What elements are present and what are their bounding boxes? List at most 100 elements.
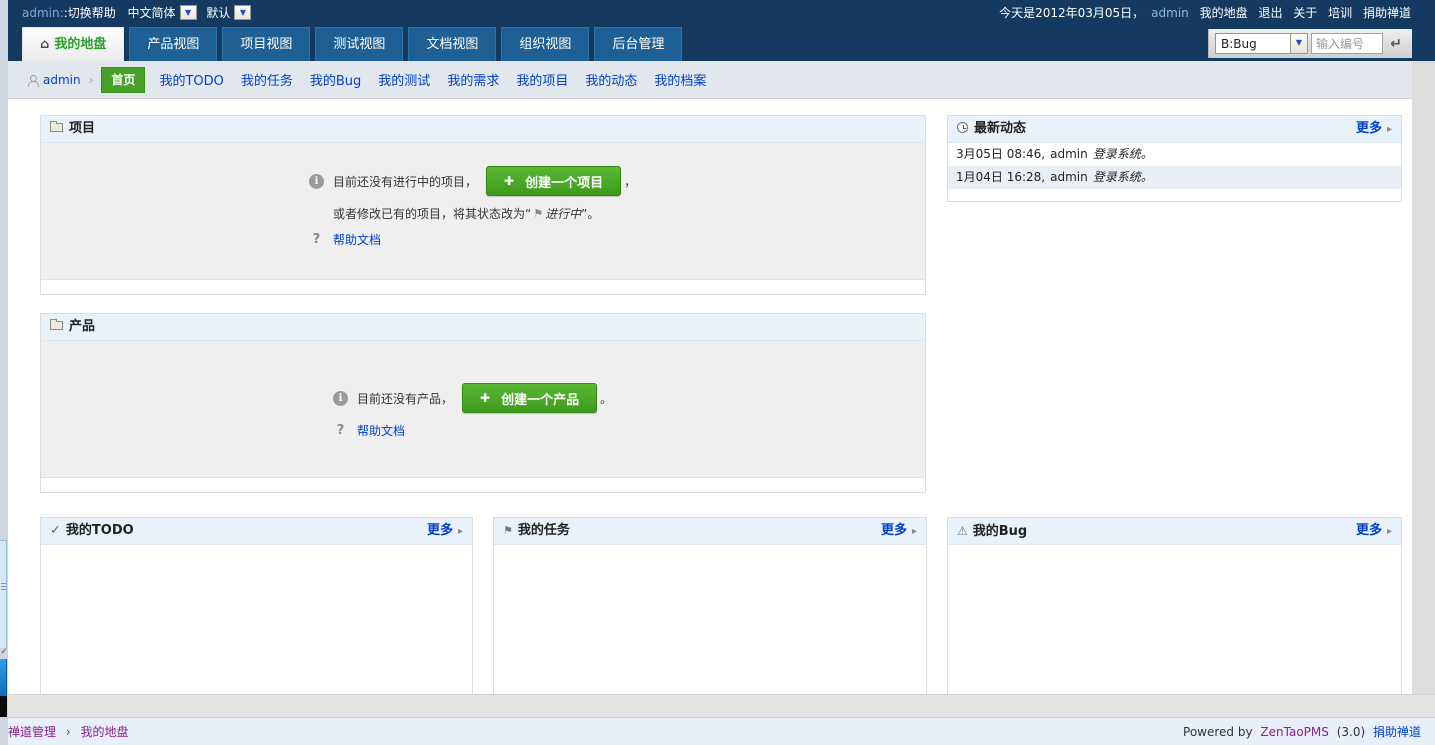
- dynamics-more-link[interactable]: 更多▸: [1356, 116, 1392, 143]
- docked-widget-button[interactable]: [0, 659, 7, 696]
- subnav-link-my-project[interactable]: 我的项目: [516, 70, 568, 89]
- task-panel-header: ⚑我的任务 更多▸: [494, 518, 926, 545]
- dynamics-panel-header: 最新动态 更多▸: [948, 116, 1401, 143]
- docked-check-icon[interactable]: ✓: [0, 646, 8, 659]
- project-panel: 项目 i 目前还没有进行中的项目， ✚创建一个项目 ， 或者修改已有的项目，将其…: [40, 115, 926, 295]
- tab-project-view[interactable]: 项目视图: [222, 27, 310, 61]
- footer-link-page[interactable]: 我的地盘: [80, 725, 128, 739]
- product-panel: 产品 i 目前还没有产品， ✚创建一个产品 。 ? 帮助文档: [40, 313, 926, 493]
- version-text: (3.0): [1337, 725, 1365, 739]
- tab-product-view[interactable]: 产品视图: [129, 27, 217, 61]
- tab-admin[interactable]: 后台管理: [594, 27, 682, 61]
- tab-org-view[interactable]: 组织视图: [501, 27, 589, 61]
- topbar-user-label[interactable]: admin:: [22, 6, 64, 20]
- more-label: 更多: [881, 523, 907, 538]
- question-icon: ?: [309, 232, 324, 247]
- button-label: 创建一个项目: [525, 172, 603, 191]
- search-input[interactable]: [1311, 33, 1383, 54]
- dynamic-time: 1月04日 16:28,: [956, 170, 1045, 184]
- subnav-link-my-todo[interactable]: 我的TODO: [159, 70, 223, 89]
- toggle-help-link[interactable]: :切换帮助: [64, 6, 116, 20]
- topbar-right: 今天是2012年03月05日， admin 我的地盘 退出 关于 培训 捐助禅道: [999, 0, 1411, 26]
- chevron-right-icon: ▸: [458, 526, 463, 537]
- info-icon: i: [309, 174, 324, 189]
- dynamic-user: admin: [1050, 147, 1088, 161]
- tab-doc-view[interactable]: 文档视图: [408, 27, 496, 61]
- bug-panel: ⚠我的Bug 更多▸: [947, 517, 1402, 694]
- topbar-link-training[interactable]: 培训: [1328, 6, 1352, 20]
- todo-panel: ✓ 我的TODO 更多 ▸: [40, 517, 473, 694]
- subnav: admin › 首页 我的TODO 我的任务 我的Bug 我的测试 我的需求 我…: [0, 61, 1435, 99]
- footer-link-zentao[interactable]: ZenTaoPMS: [1260, 725, 1328, 739]
- footer-link-donate[interactable]: 捐助禅道: [1373, 725, 1421, 739]
- topbar-link-logout[interactable]: 退出: [1258, 6, 1282, 20]
- chevron-right-icon: ▸: [1387, 124, 1392, 135]
- theme-label: 默认: [206, 6, 230, 20]
- docked-widget-base: [0, 696, 7, 717]
- topbar-link-about[interactable]: 关于: [1293, 6, 1317, 20]
- chevron-down-icon: ▼: [185, 8, 191, 17]
- more-label: 更多: [427, 523, 453, 538]
- footer-link-app[interactable]: 禅道管理: [8, 725, 56, 739]
- more-label: 更多: [1356, 523, 1382, 538]
- chevron-down-icon[interactable]: ▼: [1290, 34, 1307, 53]
- quick-search-bar: B:Bug ▼ ↵: [1208, 29, 1412, 58]
- todo-more-link[interactable]: 更多 ▸: [427, 518, 463, 545]
- tab-label: 项目视图: [240, 37, 292, 52]
- docked-widget-panel[interactable]: [0, 540, 7, 648]
- subnav-link-my-story[interactable]: 我的需求: [447, 70, 499, 89]
- tab-label: 组织视图: [519, 37, 571, 52]
- breadcrumb: 禅道管理 › 我的地盘: [8, 723, 129, 740]
- status-doing: 进行中: [545, 205, 581, 222]
- bug-more-link[interactable]: 更多 ▸: [1356, 518, 1392, 545]
- check-icon: ✓: [50, 523, 61, 538]
- create-project-button[interactable]: ✚ 创建一个项目: [486, 166, 621, 196]
- product-panel-header: 产品: [41, 314, 925, 341]
- panel-title: 项目: [69, 121, 95, 136]
- tab-my-ground[interactable]: ⌂我的地盘: [22, 27, 124, 61]
- create-product-button[interactable]: ✚创建一个产品: [462, 383, 597, 413]
- project-help-link[interactable]: 帮助文档: [333, 231, 381, 248]
- subnav-user-link[interactable]: admin: [43, 73, 81, 87]
- after-button-text: ，: [624, 173, 636, 190]
- scrollbar-track[interactable]: [1412, 61, 1435, 694]
- search-type-value: B:Bug: [1216, 37, 1257, 51]
- chevron-right-icon: ▸: [912, 526, 917, 537]
- product-empty-text: 目前还没有产品，: [357, 390, 453, 407]
- folder-icon: [50, 321, 63, 330]
- subnav-link-my-task[interactable]: 我的任务: [241, 70, 293, 89]
- flag-icon: ⚑: [503, 524, 513, 537]
- warning-icon: ⚠: [957, 524, 968, 538]
- footer: 禅道管理 › 我的地盘 Powered by ZenTaoPMS (3.0) 捐…: [0, 717, 1435, 745]
- topbar-link-my-ground[interactable]: 我的地盘: [1200, 6, 1248, 20]
- subnav-link-my-dynamic[interactable]: 我的动态: [585, 70, 637, 89]
- panel-title: 最新动态: [974, 121, 1026, 136]
- chevron-right-icon: ▸: [1387, 526, 1392, 537]
- topbar-link-donate[interactable]: 捐助禅道: [1363, 6, 1411, 20]
- tab-test-view[interactable]: 测试视图: [315, 27, 403, 61]
- task-more-link[interactable]: 更多 ▸: [881, 518, 917, 545]
- plus-icon: ✚: [504, 174, 514, 188]
- today-text: 今天是2012年03月05日，: [999, 6, 1144, 20]
- language-label: 中文简体: [128, 6, 176, 20]
- panel-title: 我的TODO: [66, 523, 134, 538]
- bottom-gray-band: [0, 694, 1435, 717]
- theme-dropdown[interactable]: ▼: [234, 5, 251, 20]
- subnav-home-button[interactable]: 首页: [101, 67, 145, 93]
- menu-lines-icon: [1, 583, 6, 592]
- subnav-link-my-bug[interactable]: 我的Bug: [310, 70, 361, 89]
- product-help-link[interactable]: 帮助文档: [357, 422, 405, 439]
- topbar-link-user[interactable]: admin: [1151, 6, 1189, 20]
- tab-label: 产品视图: [147, 37, 199, 52]
- main-tabs: ⌂我的地盘 产品视图 项目视图 测试视图 文档视图 组织视图 后台管理: [22, 27, 682, 61]
- footer-powered: Powered by ZenTaoPMS (3.0) 捐助禅道: [1183, 723, 1421, 740]
- subnav-link-my-test[interactable]: 我的测试: [378, 70, 430, 89]
- subnav-link-my-profile[interactable]: 我的档案: [654, 70, 706, 89]
- breadcrumb-arrow-icon: ›: [66, 725, 71, 739]
- chevron-down-icon: ▼: [240, 8, 246, 17]
- tab-label: 文档视图: [426, 37, 478, 52]
- enter-icon[interactable]: ↵: [1386, 36, 1406, 52]
- task-panel: ⚑我的任务 更多▸: [493, 517, 927, 694]
- search-type-select[interactable]: B:Bug ▼: [1215, 33, 1308, 54]
- language-dropdown[interactable]: ▼: [180, 5, 197, 20]
